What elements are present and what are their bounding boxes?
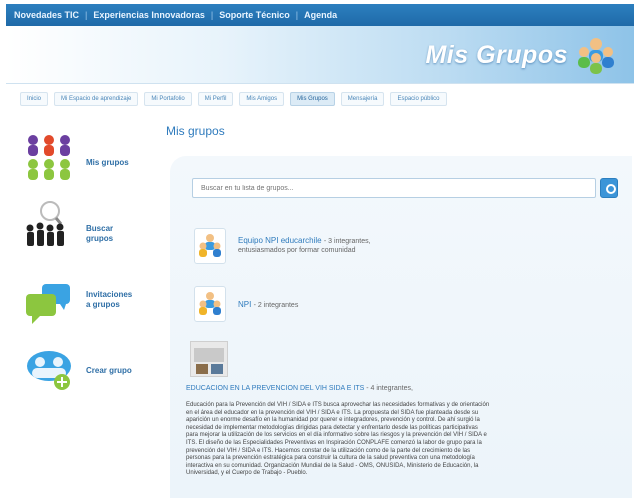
app-frame: Novedades TIC | Experiencias Innovadoras… [6,4,634,498]
tab-amigos[interactable]: Mis Amigos [239,92,285,106]
sidebar-item-mis-grupos[interactable]: Mis grupos [24,132,154,192]
sidebar-item-buscar-grupos[interactable]: Buscar grupos [24,200,154,260]
sidebar-item-label: Crear grupo [86,366,132,375]
tab-grupos[interactable]: Mis Grupos [290,92,335,106]
page-title: Mis grupos [166,124,225,138]
tab-mensajeria[interactable]: Mensajería [340,92,385,106]
top-nav: Novedades TIC | Experiencias Innovadoras… [6,4,634,26]
group-thumbnail[interactable] [190,341,228,377]
topnav-separator: | [210,10,214,20]
tab-portafolio[interactable]: Mi Portafolio [144,92,192,106]
topnav-separator: | [85,10,88,20]
topnav-separator: | [295,10,299,20]
search-button[interactable] [600,178,618,198]
sidebar-item-label: Buscar grupos [86,224,114,243]
group-name-link[interactable]: EDUCACION EN LA PREVENCION DEL VIH SIDA … [186,384,486,393]
sidebar-item-crear-grupo[interactable]: Crear grupo [24,346,154,406]
banner-title: Mis Grupos [425,41,568,69]
group-people-icon [578,38,614,74]
group-thumbnail[interactable] [194,286,226,322]
group-description: entusiasmados por formar comunidad [238,247,356,254]
sidebar-item-label: Invitaciones a grupos [86,290,133,309]
group-people-icon [28,135,70,180]
tab-inicio[interactable]: Inicio [20,92,49,106]
tab-espacio-publico[interactable]: Espacio público [390,92,447,106]
tab-espacio-aprendizaje[interactable]: Mi Espacio de aprendizaje [54,92,139,106]
topnav-item-experiencias[interactable]: Experiencias Innovadoras [93,10,205,20]
group-description: Educación para la Prevención del VIH / S… [186,402,490,477]
groups-panel: Equipo NPI educarchile - 3 integrantes, … [170,156,632,498]
list-item: NPI - 2 integrantes [194,286,614,330]
search-input[interactable] [192,178,596,198]
create-group-icon [27,351,71,390]
sidebar-item-label: Mis grupos [86,158,129,167]
section-tabs: Inicio Mi Espacio de aprendizaje Mi Port… [20,92,447,106]
group-people-icon [199,292,221,315]
chat-bubbles-icon [26,284,70,324]
search-people-icon [26,201,64,246]
group-name-link[interactable]: NPI - 2 integrantes [238,300,298,309]
sidebar-item-invitaciones[interactable]: Invitaciones a grupos [24,280,154,340]
topnav-item-agenda[interactable]: Agenda [304,10,337,20]
topnav-item-soporte[interactable]: Soporte Técnico [219,10,290,20]
group-people-icon [199,234,221,257]
header-banner: Mis Grupos [6,26,634,84]
group-thumbnail[interactable] [194,228,226,264]
group-name-link[interactable]: Equipo NPI educarchile - 3 integrantes, [238,236,371,245]
topnav-item-novedades[interactable]: Novedades TIC [14,10,79,20]
tab-perfil[interactable]: Mi Perfil [197,92,234,106]
group-photo [191,342,227,376]
list-item: Equipo NPI educarchile - 3 integrantes, … [194,228,614,272]
